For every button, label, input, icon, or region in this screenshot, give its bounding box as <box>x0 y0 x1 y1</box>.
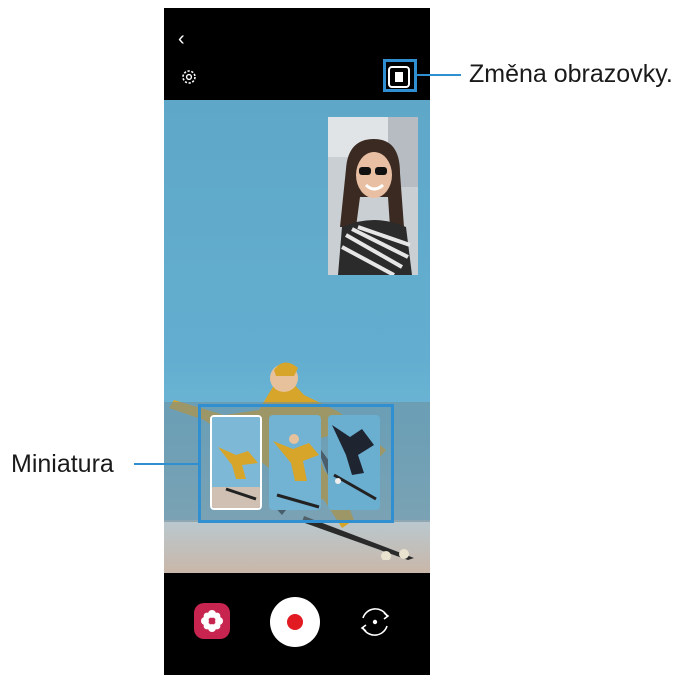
flower-icon[interactable] <box>194 603 230 639</box>
camera-bottom-bar <box>164 573 430 675</box>
screen-change-callout-line <box>417 74 461 76</box>
record-button[interactable] <box>270 597 320 647</box>
camera-screen: ‹ <box>164 8 430 675</box>
thumbnail-callout-box <box>198 404 394 523</box>
screen-change-callout-box <box>383 59 417 92</box>
gear-icon[interactable] <box>180 68 198 86</box>
record-icon <box>287 614 303 630</box>
chevron-left-icon[interactable]: ‹ <box>178 28 194 50</box>
thumbnail-callout-line <box>134 463 198 465</box>
thumbnail-label: Miniatura <box>11 450 114 478</box>
screen-change-label: Změna obrazovky. <box>469 60 673 88</box>
camera-flip-icon[interactable] <box>356 603 394 641</box>
front-camera-preview[interactable] <box>328 117 418 275</box>
